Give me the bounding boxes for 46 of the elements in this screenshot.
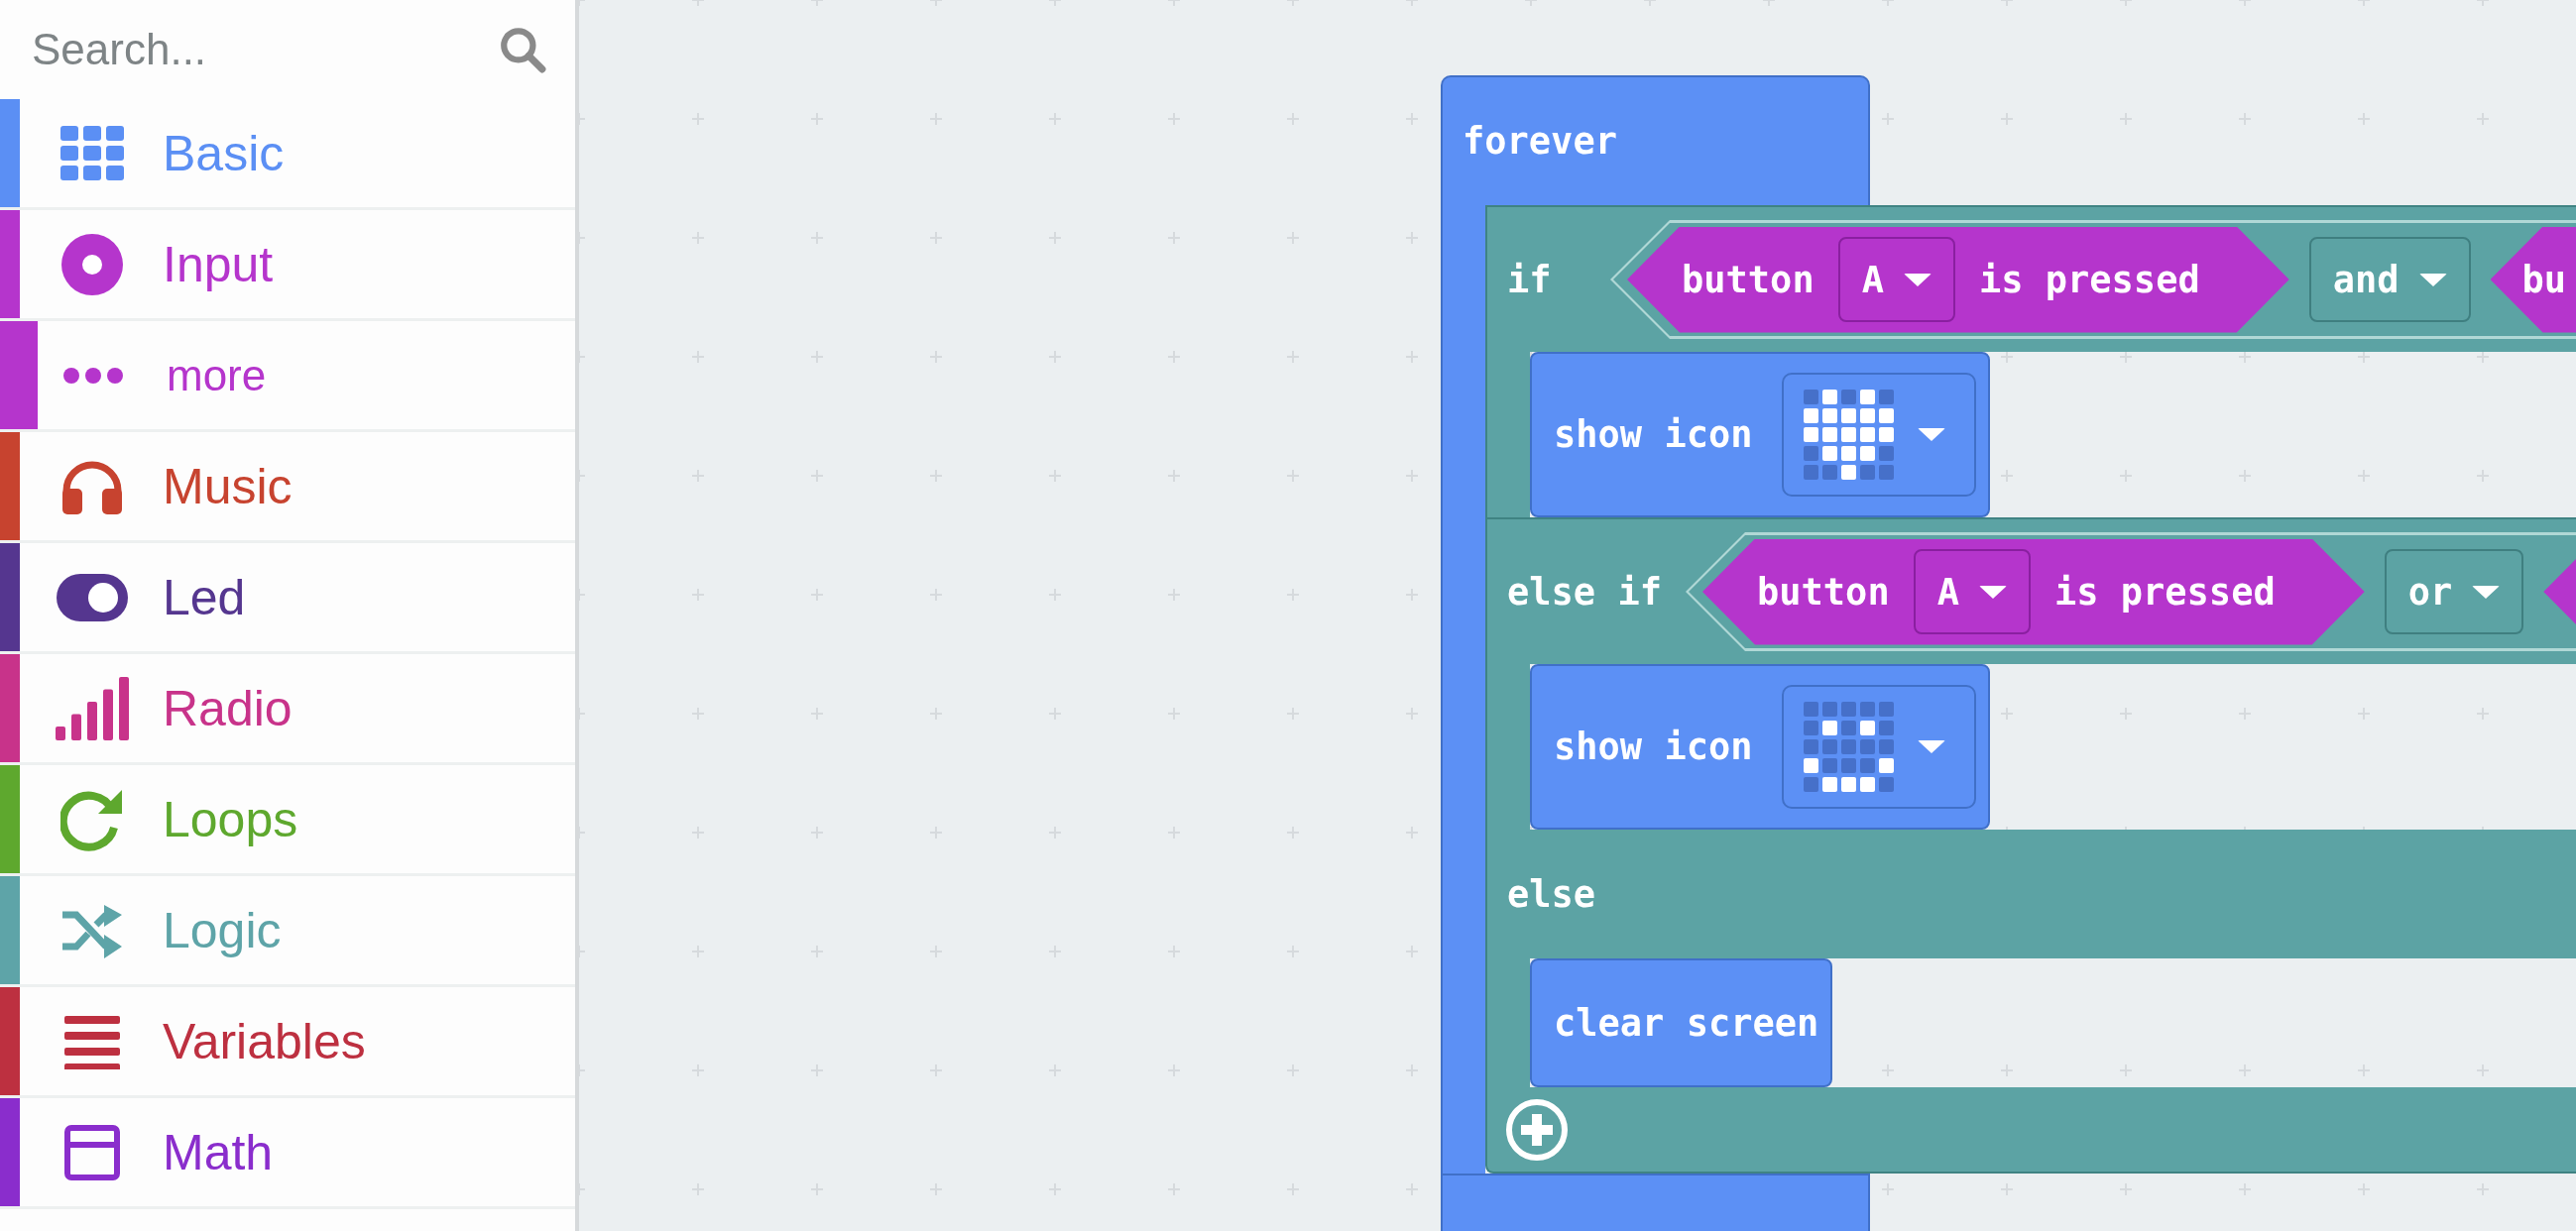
block-label: forever <box>1463 120 1617 163</box>
category-item[interactable]: Input <box>0 210 575 321</box>
category-item[interactable]: Math <box>0 1098 575 1209</box>
category-item[interactable]: Led <box>0 543 575 654</box>
block-label: is pressed <box>2053 570 2276 614</box>
if-block-row[interactable]: else if button A is pressed or <box>1485 517 2576 664</box>
category-label: Led <box>163 568 246 626</box>
button-dropdown[interactable]: A <box>1837 237 1955 322</box>
button-pressed-block[interactable]: button A is pressed <box>1627 226 2289 333</box>
category-label: more <box>167 350 267 400</box>
operator-dropdown[interactable]: and <box>2308 237 2471 322</box>
category-item[interactable]: Loops <box>0 765 575 876</box>
if-block-row[interactable]: if button A is pressed and bu <box>1485 205 2576 352</box>
category-label: Radio <box>163 679 293 737</box>
category-label: Music <box>163 457 293 515</box>
category-item[interactable]: Radio <box>0 654 575 765</box>
category-item[interactable]: Logic <box>0 876 575 987</box>
condition-block[interactable]: bu <box>2490 226 2576 333</box>
block-label: if <box>1506 258 1553 301</box>
block-label: else if <box>1506 570 1663 614</box>
category-item[interactable]: Basic <box>0 99 575 210</box>
forever-block[interactable]: forever <box>1441 75 1870 205</box>
category-item[interactable]: Music <box>0 432 575 543</box>
block-label: show icon <box>1554 726 1753 768</box>
block-label: button <box>1757 570 1890 614</box>
operator-dropdown[interactable]: or <box>2384 549 2524 634</box>
block-label: button <box>1682 258 1815 301</box>
show-icon-block[interactable]: show icon <box>1530 352 1991 517</box>
search-field[interactable]: Search... <box>30 24 498 75</box>
category-label: Math <box>163 1123 274 1181</box>
block-label: show icon <box>1554 413 1753 456</box>
category-label: Logic <box>163 901 282 959</box>
category-label: Input <box>163 235 274 293</box>
category-item[interactable]: more <box>0 321 575 432</box>
show-icon-block[interactable]: show icon <box>1530 664 1991 830</box>
button-pressed-block[interactable]: button A is pressed <box>1702 538 2365 645</box>
button-dropdown[interactable]: A <box>1913 549 2031 634</box>
block-label: is pressed <box>1978 258 2200 301</box>
category-item[interactable]: Variables <box>0 987 575 1098</box>
block-label: clear screen <box>1554 1001 1819 1045</box>
category-label: Loops <box>163 790 298 848</box>
block-label: else <box>1506 872 1597 916</box>
block-label: bu <box>2521 258 2567 301</box>
category-label: Basic <box>163 124 285 182</box>
clear-screen-block[interactable]: clear screen <box>1530 958 1833 1087</box>
category-label: Variables <box>163 1012 366 1070</box>
